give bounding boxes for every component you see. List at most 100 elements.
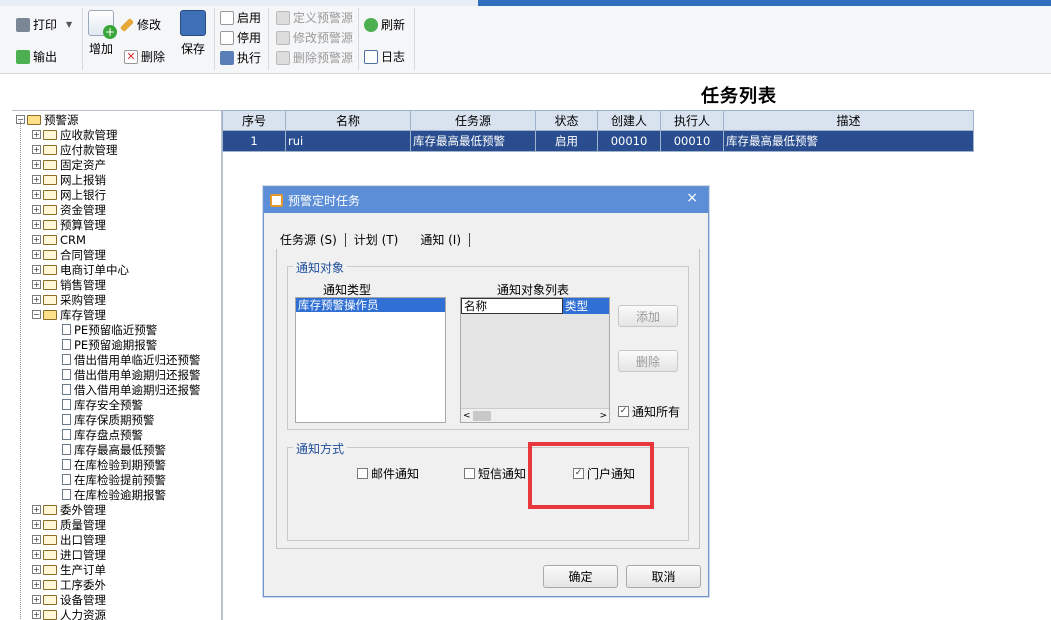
- column-header[interactable]: 创建人: [597, 110, 661, 131]
- expand-toggle-icon[interactable]: +: [32, 520, 41, 529]
- print-button[interactable]: 打印 ▼: [16, 16, 72, 33]
- execute-button[interactable]: 执行: [220, 49, 261, 66]
- tree-leaf[interactable]: 借出借用单临近归还预警: [60, 352, 201, 367]
- horizontal-scrollbar[interactable]: < >: [461, 408, 609, 422]
- expand-toggle-icon[interactable]: +: [32, 220, 41, 229]
- edit-button[interactable]: 修改: [119, 16, 161, 33]
- expand-toggle-icon[interactable]: +: [32, 250, 41, 259]
- save-button[interactable]: 保存: [180, 10, 206, 57]
- tree-leaf[interactable]: 库存安全预警: [60, 397, 143, 412]
- expand-toggle-icon[interactable]: +: [32, 175, 41, 184]
- modify-alert-button[interactable]: 修改预警源: [276, 29, 353, 46]
- expand-toggle-icon[interactable]: +: [32, 580, 41, 589]
- table-cell[interactable]: 1: [222, 130, 286, 152]
- table-cell[interactable]: 00010: [597, 130, 661, 152]
- cancel-button[interactable]: 取消: [626, 565, 701, 588]
- expand-toggle-icon[interactable]: +: [32, 595, 41, 604]
- expand-toggle-icon[interactable]: +: [32, 205, 41, 214]
- tree-node[interactable]: + 质量管理: [32, 517, 106, 532]
- expand-toggle-icon[interactable]: +: [32, 280, 41, 289]
- tree-leaf[interactable]: 在库检验到期预警: [60, 457, 166, 472]
- tree-leaf[interactable]: 库存盘点预警: [60, 427, 143, 442]
- close-icon[interactable]: ×: [686, 190, 698, 206]
- tree-node[interactable]: + 销售管理: [32, 277, 106, 292]
- expand-toggle-icon[interactable]: +: [32, 610, 41, 619]
- add-button[interactable]: + 增加: [88, 10, 117, 57]
- tree-node[interactable]: + 网上报销: [32, 172, 106, 187]
- list-col-type[interactable]: 类型: [563, 298, 609, 314]
- ok-button[interactable]: 确定: [543, 565, 618, 588]
- tree-leaf[interactable]: PE预留逾期报警: [60, 337, 157, 352]
- tree-node[interactable]: + 预算管理: [32, 217, 106, 232]
- tree-leaf[interactable]: 借入借用单逾期归还报警: [60, 382, 201, 397]
- tree-leaf[interactable]: 借出借用单逾期归还报警: [60, 367, 201, 382]
- delete-alert-button[interactable]: 删除预警源: [276, 49, 353, 66]
- tree-node[interactable]: + CRM: [32, 232, 86, 247]
- tree-node-open[interactable]: − 库存管理: [32, 307, 106, 322]
- notify-type-item[interactable]: 库存预警操作员: [296, 298, 445, 312]
- notify-target-list[interactable]: 名称 类型 < >: [460, 297, 610, 423]
- column-header[interactable]: 状态: [535, 110, 598, 131]
- tree-leaf[interactable]: 在库检验逾期报警: [60, 487, 166, 502]
- delete-button[interactable]: ✕ 删除: [124, 48, 165, 65]
- expand-toggle-icon[interactable]: +: [32, 235, 41, 244]
- export-button[interactable]: 输出: [16, 48, 57, 65]
- column-header[interactable]: 任务源: [410, 110, 536, 131]
- add-target-button[interactable]: 添加: [618, 305, 678, 327]
- scroll-thumb[interactable]: [473, 410, 491, 421]
- tab-schedule[interactable]: 计划 (T): [354, 231, 399, 248]
- tab-notify[interactable]: 通知 (I): [420, 231, 461, 248]
- tab-task-source[interactable]: 任务源 (S): [280, 231, 337, 248]
- expand-toggle-icon[interactable]: +: [32, 190, 41, 199]
- expand-toggle-icon[interactable]: +: [32, 145, 41, 154]
- tree-node[interactable]: + 人力资源: [32, 607, 106, 620]
- tree-node[interactable]: + 出口管理: [32, 532, 106, 547]
- tree-leaf[interactable]: 库存保质期预警: [60, 412, 155, 427]
- scroll-left-icon[interactable]: <: [463, 411, 471, 421]
- expand-toggle-icon[interactable]: +: [32, 265, 41, 274]
- tree-node[interactable]: + 设备管理: [32, 592, 106, 607]
- refresh-button[interactable]: 刷新: [364, 16, 405, 33]
- tree-node[interactable]: + 固定资产: [32, 157, 106, 172]
- tree-node-root[interactable]: − 预警源: [16, 112, 79, 127]
- tree-node[interactable]: + 工序委外: [32, 577, 106, 592]
- tree-leaf[interactable]: 在库检验提前预警: [60, 472, 166, 487]
- delete-target-button[interactable]: 删除: [618, 350, 678, 372]
- expand-toggle-icon[interactable]: +: [32, 535, 41, 544]
- expand-toggle-icon[interactable]: +: [32, 565, 41, 574]
- enable-button[interactable]: 启用: [220, 9, 261, 26]
- email-notify-checkbox[interactable]: 邮件通知: [357, 465, 419, 482]
- tree-leaf[interactable]: PE预留临近预警: [60, 322, 157, 337]
- table-cell[interactable]: 启用: [535, 130, 598, 152]
- column-header[interactable]: 描述: [723, 110, 974, 131]
- tree-node[interactable]: + 应付款管理: [32, 142, 118, 157]
- table-row[interactable]: 1 rui 库存最高最低预警 启用 00010 00010 库存最高最低预警: [222, 130, 974, 152]
- tree-node[interactable]: + 网上银行: [32, 187, 106, 202]
- sms-notify-checkbox[interactable]: 短信通知: [464, 465, 526, 482]
- table-cell[interactable]: 库存最高最低预警: [410, 130, 536, 152]
- tree-node[interactable]: + 委外管理: [32, 502, 106, 517]
- tree-node[interactable]: + 应收款管理: [32, 127, 118, 142]
- log-button[interactable]: 日志: [364, 48, 405, 65]
- expand-toggle-icon[interactable]: +: [32, 550, 41, 559]
- expand-toggle-icon[interactable]: +: [32, 505, 41, 514]
- table-cell[interactable]: 库存最高最低预警: [723, 130, 974, 152]
- list-col-name[interactable]: 名称: [461, 298, 563, 314]
- disable-button[interactable]: 停用: [220, 29, 261, 46]
- table-cell[interactable]: 00010: [660, 130, 724, 152]
- notify-all-checkbox[interactable]: ✓ 通知所有: [618, 403, 680, 420]
- column-header[interactable]: 序号: [222, 110, 286, 131]
- notify-type-list[interactable]: 库存预警操作员: [295, 297, 446, 423]
- expand-toggle-icon[interactable]: +: [32, 160, 41, 169]
- expand-toggle-icon[interactable]: +: [32, 295, 41, 304]
- expand-toggle-icon[interactable]: +: [32, 130, 41, 139]
- expand-toggle-icon[interactable]: −: [32, 310, 41, 319]
- tree-node[interactable]: + 电商订单中心: [32, 262, 129, 277]
- tree-leaf[interactable]: 库存最高最低预警: [60, 442, 166, 457]
- tree-node[interactable]: + 采购管理: [32, 292, 106, 307]
- tree-node[interactable]: + 进口管理: [32, 547, 106, 562]
- table-cell[interactable]: rui: [285, 130, 411, 152]
- scroll-right-icon[interactable]: >: [599, 411, 607, 421]
- tree-node[interactable]: + 合同管理: [32, 247, 106, 262]
- column-header[interactable]: 名称: [285, 110, 411, 131]
